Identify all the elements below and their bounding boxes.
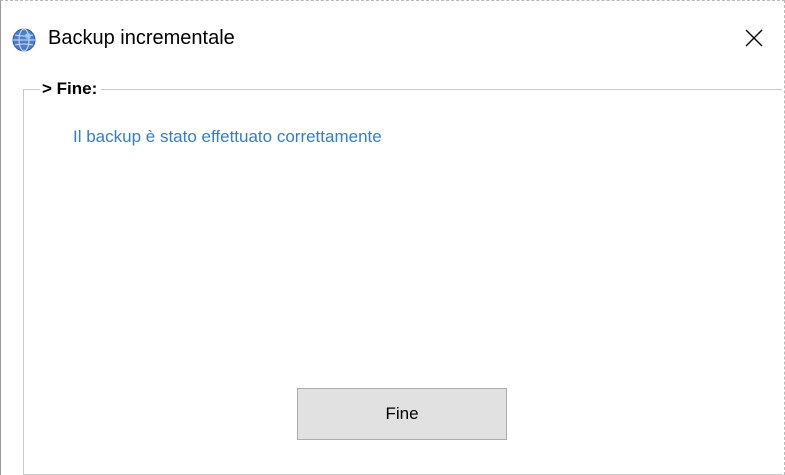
close-button[interactable] [724,15,784,65]
status-message: Il backup è stato effettuato correttamen… [73,127,382,146]
backup-globe-icon [12,28,36,52]
group-legend: > Fine: [40,79,102,99]
finish-groupbox: > Fine: Il backup è stato effettuato cor… [23,79,782,475]
title-bar[interactable]: Backup incrementale [1,1,784,75]
backup-dialog-window: Backup incrementale > Fine: Il backup è … [0,0,785,475]
close-icon [744,28,764,53]
finish-button[interactable]: Fine [297,388,507,440]
window-title: Backup incrementale [48,27,235,49]
